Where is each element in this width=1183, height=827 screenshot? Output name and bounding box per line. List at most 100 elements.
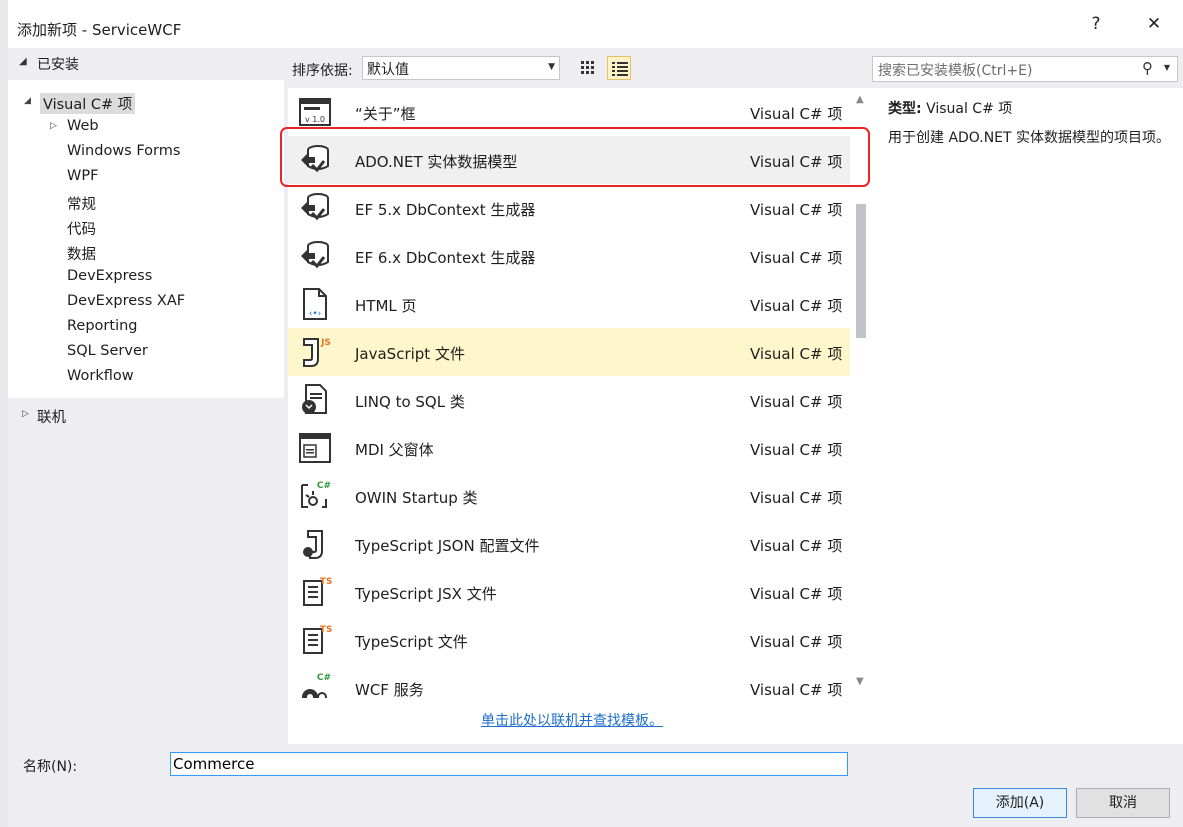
chevron-down-icon: ▼ [548, 62, 555, 72]
item-type-line: 类型: Visual C# 项 [888, 98, 1012, 118]
item-type: Visual C# 项 [750, 201, 843, 219]
tree-item-workflow[interactable]: Workflow [8, 366, 284, 390]
scroll-up-icon[interactable]: ▲ [856, 94, 864, 105]
scroll-thumb[interactable] [856, 204, 866, 338]
tree-item-web[interactable]: ▷ Web [8, 116, 284, 140]
dbcontext-generator-icon [301, 193, 329, 221]
template-list: v 1.0 “关于”框 Visual C# 项 ADO.NET 实体数据模型 V… [288, 88, 850, 698]
list-item[interactable]: TS TypeScript 文件 Visual C# 项 [288, 616, 850, 664]
tree-item-label: Reporting [67, 318, 138, 334]
typescript-file-icon: TS [303, 625, 332, 654]
tree-item-label: SQL Server [67, 343, 148, 359]
tree-item-visual-csharp[interactable]: ◢ Visual C# 项 [8, 91, 284, 115]
online-link-area: 单击此处以联机并查找模板。 [288, 698, 872, 744]
list-item[interactable]: C# WCF 服务 Visual C# 项 [288, 664, 850, 698]
list-item[interactable]: JS JavaScript 文件 Visual C# 项 [288, 328, 850, 376]
tree-item-general[interactable]: 常规 [8, 191, 284, 215]
grid-view-button[interactable] [576, 56, 600, 80]
tree-item-label: Workflow [67, 368, 134, 384]
typescript-json-icon [303, 530, 323, 559]
sort-toolbar: 排序依据: 默认值 ▼ [288, 48, 868, 88]
item-name: HTML 页 [355, 297, 417, 315]
tree-item-label: 常规 [67, 197, 96, 213]
svg-text:JS: JS [320, 338, 331, 348]
list-view-button[interactable] [607, 56, 631, 80]
installed-header[interactable]: ◢ 已安装 [8, 48, 284, 80]
item-name: “关于”框 [355, 105, 416, 123]
tree-item-label: WPF [67, 168, 99, 184]
item-type: Visual C# 项 [750, 681, 843, 698]
tree-item-devexpress-xaf[interactable]: DevExpress XAF [8, 291, 284, 315]
item-type: Visual C# 项 [750, 633, 843, 651]
list-item[interactable]: EF 5.x DbContext 生成器 Visual C# 项 [288, 184, 850, 232]
installed-label: 已安装 [37, 57, 79, 73]
item-name: WCF 服务 [355, 681, 424, 698]
cancel-button[interactable]: 取消 [1076, 788, 1170, 818]
online-section: ▷ 联机 [8, 398, 284, 744]
javascript-file-icon: JS [303, 338, 331, 367]
sort-dropdown[interactable]: 默认值 ▼ [362, 56, 560, 80]
add-button[interactable]: 添加(A) [973, 788, 1067, 818]
bottom-bar: 名称(N): 添加(A) 取消 [8, 744, 1183, 827]
list-item[interactable]: EF 6.x DbContext 生成器 Visual C# 项 [288, 232, 850, 280]
name-input[interactable] [170, 752, 848, 776]
close-button[interactable]: ✕ [1139, 14, 1169, 34]
chevron-down-icon[interactable]: ▼ [1164, 63, 1170, 72]
item-type: Visual C# 项 [750, 153, 843, 171]
tree-item-reporting[interactable]: Reporting [8, 316, 284, 340]
svg-text:C#: C# [317, 673, 331, 683]
tree-item-online[interactable]: ▷ 联机 [8, 404, 284, 428]
tree-item-label: DevExpress XAF [67, 293, 186, 309]
linq-to-sql-icon [302, 384, 327, 414]
item-name: EF 6.x DbContext 生成器 [355, 249, 536, 267]
list-item[interactable]: v 1.0 “关于”框 Visual C# 项 [288, 88, 850, 136]
mdi-form-icon [299, 433, 331, 463]
list-item[interactable]: ADO.NET 实体数据模型 Visual C# 项 [288, 136, 850, 184]
tree-item-data[interactable]: 数据 [8, 241, 284, 265]
template-list-scrollbar[interactable]: ▲ ▼ [850, 88, 872, 698]
tree-item-devexpress[interactable]: DevExpress [8, 266, 284, 290]
tree-item-windows-forms[interactable]: Windows Forms [8, 141, 284, 165]
list-item[interactable]: TypeScript JSON 配置文件 Visual C# 项 [288, 520, 850, 568]
item-name: OWIN Startup 类 [355, 489, 478, 507]
owin-startup-icon: C# [301, 481, 331, 508]
type-label: 类型: [888, 101, 922, 117]
tree-item-sql-server[interactable]: SQL Server [8, 341, 284, 365]
search-input[interactable]: 搜索已安装模板(Ctrl+E) [878, 60, 1032, 80]
tree-item-code[interactable]: 代码 [8, 216, 284, 240]
list-item[interactable]: LINQ to SQL 类 Visual C# 项 [288, 376, 850, 424]
list-item[interactable]: ‹•› HTML 页 Visual C# 项 [288, 280, 850, 328]
background-window [0, 0, 8, 827]
entity-model-icon [301, 145, 329, 173]
item-type: Visual C# 项 [750, 585, 843, 603]
item-details-panel: 类型: Visual C# 项 用于创建 ADO.NET 实体数据模型的项目项。 [872, 88, 1183, 744]
list-item[interactable]: TS TypeScript JSX 文件 Visual C# 项 [288, 568, 850, 616]
scroll-down-icon[interactable]: ▼ [856, 676, 864, 687]
collapse-icon[interactable]: ◢ [24, 96, 31, 106]
tree-item-label: Visual C# 项 [40, 93, 136, 114]
item-name: MDI 父窗体 [355, 441, 434, 459]
item-type: Visual C# 项 [750, 393, 843, 411]
collapse-icon: ◢ [19, 56, 27, 67]
item-name: ADO.NET 实体数据模型 [355, 153, 518, 171]
item-type: Visual C# 项 [750, 105, 843, 123]
svg-text:‹•›: ‹•› [309, 309, 322, 319]
expand-icon[interactable]: ▷ [22, 409, 29, 419]
template-search-box[interactable]: 搜索已安装模板(Ctrl+E) ⚲ ▼ [872, 56, 1178, 82]
item-name: LINQ to SQL 类 [355, 393, 465, 411]
expand-icon[interactable]: ▷ [50, 121, 57, 131]
tree-item-label: DevExpress [67, 268, 153, 284]
html-page-icon: ‹•› [303, 288, 327, 320]
online-label: 联机 [37, 410, 66, 426]
tree-item-wpf[interactable]: WPF [8, 166, 284, 190]
list-view-icon [612, 62, 628, 76]
svg-text:TS: TS [320, 577, 332, 587]
about-box-icon: v 1.0 [299, 98, 331, 126]
list-item[interactable]: C# OWIN Startup 类 Visual C# 项 [288, 472, 850, 520]
list-item[interactable]: MDI 父窗体 Visual C# 项 [288, 424, 850, 472]
item-type: Visual C# 项 [750, 441, 843, 459]
search-icon[interactable]: ⚲ [1142, 59, 1153, 77]
item-type: Visual C# 项 [750, 345, 843, 363]
find-templates-online-link[interactable]: 单击此处以联机并查找模板。 [481, 710, 663, 730]
help-button[interactable]: ? [1081, 14, 1111, 34]
